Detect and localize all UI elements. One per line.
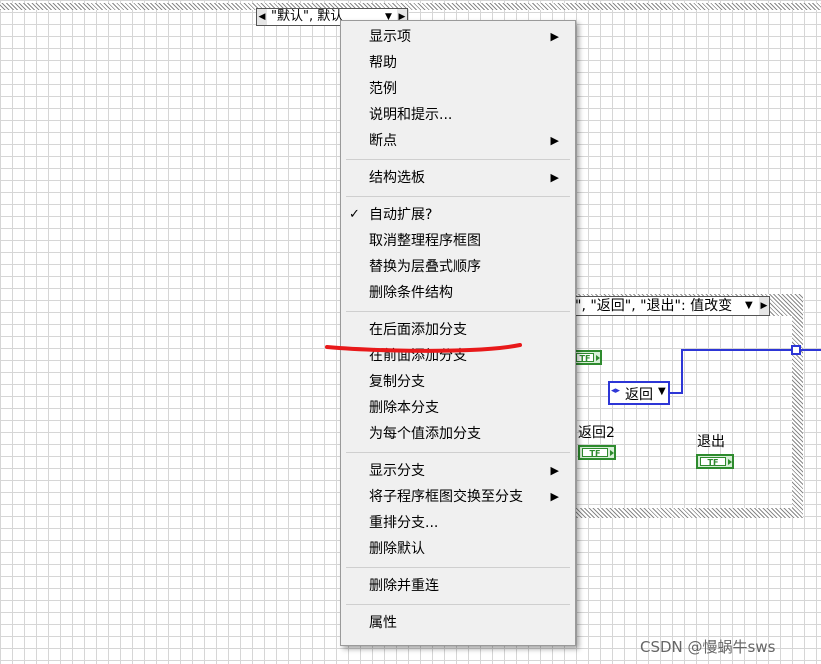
red-annotation-stroke — [325, 343, 522, 353]
watermark: CSDN @慢蜗牛sws — [640, 638, 776, 656]
